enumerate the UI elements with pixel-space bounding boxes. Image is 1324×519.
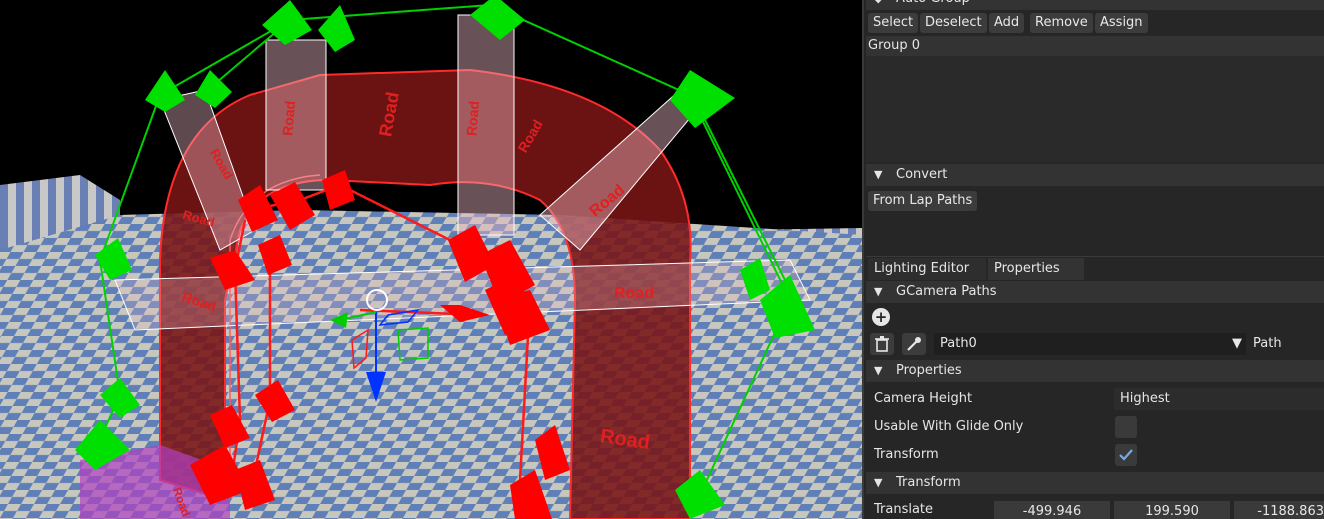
- add-path-button[interactable]: +: [872, 308, 890, 326]
- road-label: Road: [614, 285, 654, 302]
- gcamera-paths-header[interactable]: ▼ GCamera Paths: [866, 281, 1324, 303]
- glide-checkbox[interactable]: [1115, 416, 1137, 438]
- from-lap-paths-button[interactable]: From Lap Paths: [868, 191, 978, 211]
- convert-title: Convert: [896, 167, 948, 182]
- convert-header[interactable]: ▼ Convert: [866, 164, 1324, 186]
- scene-render: Road Road Road Road Road Road Road Road …: [0, 0, 862, 519]
- transform-toggle-row: Transform: [866, 441, 1324, 469]
- select-button[interactable]: Select: [868, 13, 919, 33]
- tab-lighting-editor[interactable]: Lighting Editor: [868, 258, 986, 280]
- path-select[interactable]: Path0 ▼: [934, 333, 1246, 355]
- gcamera-paths-title: GCamera Paths: [896, 284, 997, 299]
- road-label: Road: [279, 100, 298, 136]
- inspector-panel: ◆ Auto Group Select Deselect Add Remove …: [862, 0, 1324, 519]
- delete-path-button[interactable]: [870, 333, 894, 355]
- trash-icon: [875, 336, 889, 352]
- eyedropper-icon: [907, 337, 921, 351]
- translate-y-field[interactable]: 199.590: [1114, 501, 1230, 519]
- add-button[interactable]: Add: [989, 13, 1025, 33]
- road-label: Road: [463, 100, 482, 136]
- transform-toggle-label: Transform: [874, 447, 939, 462]
- auto-group-header[interactable]: ◆ Auto Group: [866, 0, 1324, 10]
- chevron-down-icon: ▼: [874, 476, 883, 489]
- path-select-value: Path0: [940, 336, 977, 351]
- path-type-label: Path: [1253, 336, 1282, 351]
- 3d-viewport[interactable]: Road Road Road Road Road Road Road Road …: [0, 0, 862, 519]
- translate-label: Translate: [874, 502, 934, 517]
- tab-bar: Lighting Editor Properties: [866, 256, 1324, 280]
- chevron-down-icon: ▼: [874, 285, 883, 298]
- glide-row: Usable With Glide Only: [866, 413, 1324, 441]
- transform-header[interactable]: ▼ Transform: [866, 472, 1324, 494]
- camera-height-value: Highest: [1120, 391, 1170, 406]
- assign-button[interactable]: Assign: [1095, 13, 1148, 33]
- group-list-item[interactable]: Group 0: [866, 36, 1324, 56]
- plus-icon: +: [874, 308, 888, 326]
- transform-title: Transform: [896, 475, 961, 490]
- chevron-down-icon: ▼: [874, 364, 883, 377]
- tab-properties[interactable]: Properties: [988, 258, 1084, 280]
- deselect-button[interactable]: Deselect: [920, 13, 987, 33]
- properties-header[interactable]: ▼ Properties: [866, 360, 1324, 382]
- properties-title: Properties: [896, 363, 962, 378]
- collapse-icon: ◆: [874, 0, 882, 10]
- checkmark-icon: [1119, 449, 1133, 461]
- translate-x-field[interactable]: -499.946: [994, 501, 1110, 519]
- pick-path-button[interactable]: [902, 333, 926, 355]
- camera-height-select[interactable]: Highest: [1114, 388, 1324, 410]
- translate-row: Translate -499.946 199.590 -1188.863: [866, 498, 1324, 519]
- camera-height-row: Camera Height Highest: [866, 385, 1324, 413]
- remove-button[interactable]: Remove: [1030, 13, 1093, 33]
- chevron-down-icon: ▼: [1232, 336, 1242, 351]
- transform-checkbox[interactable]: [1115, 444, 1137, 466]
- auto-group-title: Auto Group: [896, 0, 970, 10]
- glide-label: Usable With Glide Only: [874, 419, 1024, 434]
- chevron-down-icon: ▼: [874, 168, 883, 181]
- camera-height-label: Camera Height: [874, 391, 973, 406]
- group-list: Group 0: [866, 36, 1324, 162]
- translate-z-field[interactable]: -1188.863: [1234, 501, 1324, 519]
